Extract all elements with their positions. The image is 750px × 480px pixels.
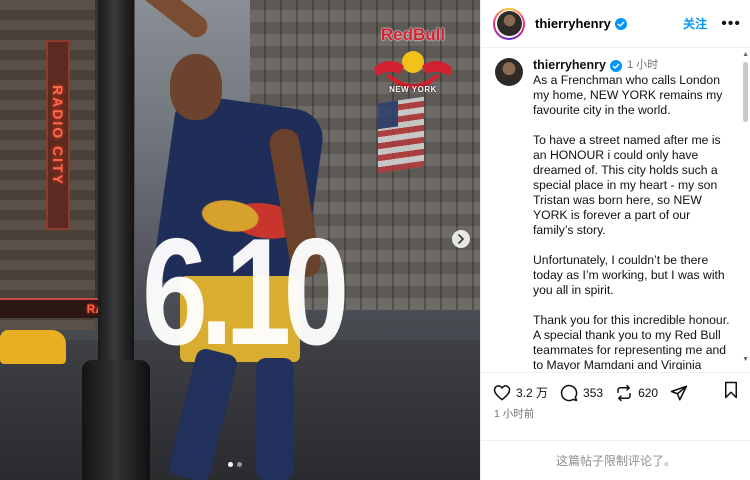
comments-restricted-notice: 这篇帖子限制评论了。 bbox=[481, 440, 750, 480]
logo-subtitle: NEW YORK bbox=[389, 85, 437, 94]
avatar bbox=[496, 11, 522, 36]
heart-icon bbox=[493, 385, 511, 401]
red-bull-new-york-logo: RedBull NEW YORK bbox=[366, 26, 460, 102]
theater-marquee: RA bbox=[0, 298, 110, 318]
like-button[interactable]: 3.2 万 bbox=[493, 384, 548, 401]
player-head bbox=[170, 54, 222, 120]
avatar-story-ring[interactable] bbox=[493, 7, 525, 40]
carousel-dot-active bbox=[228, 462, 233, 467]
comment-button[interactable]: 353 bbox=[560, 384, 603, 402]
us-flag-image bbox=[378, 96, 424, 174]
like-count: 3.2 万 bbox=[516, 386, 549, 400]
caption-area: thierryhenry 1 小时 As a Frenchman who cal… bbox=[481, 48, 750, 370]
caption-time: 1 小时 bbox=[626, 59, 659, 71]
taxi-image bbox=[0, 330, 66, 364]
follow-button[interactable]: 关注 bbox=[683, 15, 707, 32]
logo-emblem: NEW YORK bbox=[370, 44, 456, 98]
post-header: thierryhenry 关注 ••• bbox=[481, 0, 750, 48]
logo-title: RedBull bbox=[380, 25, 446, 44]
caption-paragraph: Thank you for this incredible honour. A … bbox=[533, 313, 730, 370]
repost-button[interactable]: 620 bbox=[615, 384, 658, 402]
more-options-button[interactable]: ••• bbox=[721, 15, 741, 31]
carousel-next-button[interactable] bbox=[452, 230, 470, 248]
share-button[interactable] bbox=[670, 384, 688, 402]
bookmark-icon bbox=[725, 381, 737, 399]
post-side-panel: thierryhenry 关注 ••• thierryhenry 1 小时 As… bbox=[480, 0, 750, 480]
overlay-date-text: 6.10 bbox=[142, 207, 349, 377]
caption-username[interactable]: thierryhenry bbox=[533, 58, 606, 73]
verified-badge-icon bbox=[614, 17, 627, 30]
caption-header: thierryhenry 1 小时 bbox=[533, 58, 733, 73]
caption-body: thierryhenry 1 小时 As a Frenchman who cal… bbox=[533, 58, 733, 370]
caption-avatar[interactable] bbox=[495, 58, 523, 86]
radio-city-sign-text: RADIO CITY bbox=[50, 84, 66, 186]
scroll-up-arrow-icon[interactable]: ▲ bbox=[742, 51, 749, 58]
comment-count: 353 bbox=[583, 385, 604, 400]
lamp-post-base bbox=[82, 360, 150, 480]
scroll-down-arrow-icon[interactable]: ▼ bbox=[742, 356, 749, 363]
verified-badge-icon bbox=[609, 59, 622, 72]
carousel-dot bbox=[237, 462, 242, 467]
caption-paragraph: To have a street named after me is an HO… bbox=[533, 133, 721, 237]
comment-icon bbox=[560, 384, 578, 401]
caption-paragraph: Unfortunately, I couldn’t be there today… bbox=[533, 253, 725, 297]
repost-count: 620 bbox=[638, 385, 659, 400]
caption-paragraph: As a Frenchman who calls London my home,… bbox=[533, 73, 723, 117]
chevron-right-icon bbox=[458, 234, 465, 244]
caption-scrollbar[interactable] bbox=[743, 62, 748, 122]
carousel-indicators bbox=[228, 462, 242, 467]
avatar-frame bbox=[495, 9, 523, 38]
send-icon bbox=[670, 385, 688, 400]
radio-city-sign: RADIO CITY bbox=[46, 40, 70, 230]
repost-icon bbox=[617, 384, 631, 401]
post-timestamp[interactable]: 1 小时前 bbox=[494, 406, 534, 421]
post-media[interactable]: RADIO CITY RA 6.10 RedBull NEW YORK bbox=[0, 0, 480, 480]
save-button[interactable] bbox=[723, 381, 739, 404]
header-username[interactable]: thierryhenry bbox=[535, 16, 611, 31]
